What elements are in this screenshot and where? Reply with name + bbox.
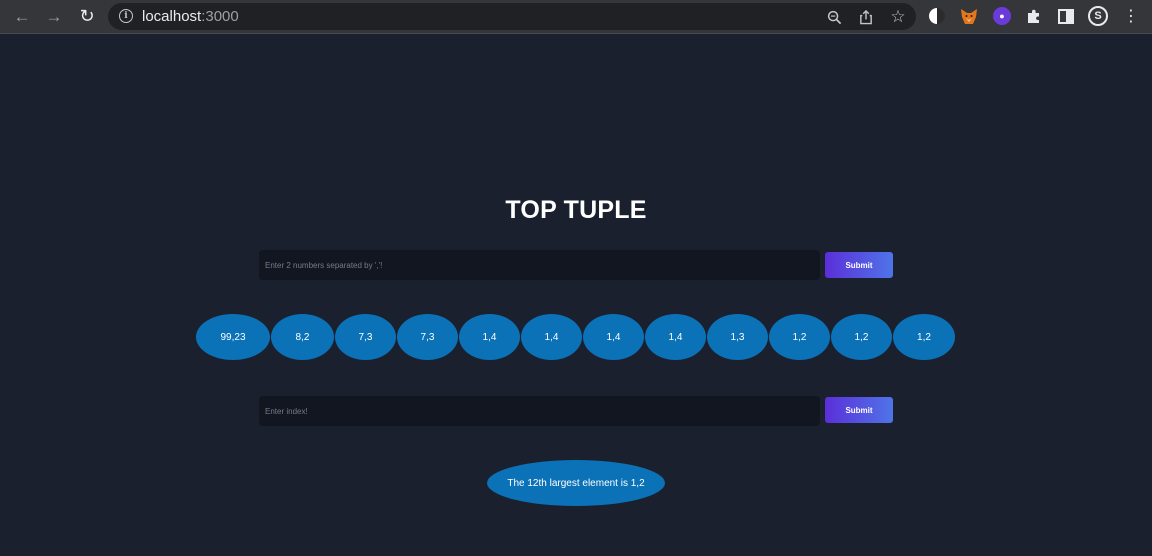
address-bar[interactable]: i localhost:3000 ☆ <box>108 3 916 30</box>
share-icon[interactable] <box>856 7 876 27</box>
index-input[interactable] <box>259 396 820 426</box>
back-arrow-icon[interactable]: ← <box>10 5 34 27</box>
bookmark-star-icon[interactable]: ☆ <box>888 7 908 27</box>
tuple-submit-button[interactable]: Submit <box>825 252 893 278</box>
profile-avatar-icon[interactable]: S <box>1088 6 1108 26</box>
side-panel-icon[interactable] <box>1057 7 1075 25</box>
tuple-list: 99,23 8,2 7,3 7,3 1,4 1,4 1,4 1,4 1,3 1,… <box>196 314 956 360</box>
page-title: TOP TUPLE <box>505 196 647 224</box>
tuple-item: 1,2 <box>769 314 830 360</box>
forward-arrow-icon[interactable]: → <box>42 5 66 27</box>
tuple-item: 1,4 <box>459 314 520 360</box>
ghost-extension-icon[interactable]: ● <box>993 7 1011 25</box>
tuple-item: 7,3 <box>335 314 396 360</box>
more-menu-icon[interactable]: ⋮ <box>1122 7 1140 25</box>
url-text[interactable]: localhost:3000 <box>142 8 239 25</box>
dark-mode-extension-icon[interactable] <box>929 8 945 24</box>
metamask-fox-icon[interactable] <box>960 7 978 25</box>
tuple-item: 99,23 <box>196 314 270 360</box>
tuple-item: 1,2 <box>893 314 955 360</box>
reload-icon[interactable]: ↻ <box>75 5 99 27</box>
browser-toolbar: ← → ↻ i localhost:3000 ☆ ● S ⋮ <box>0 0 1152 34</box>
result-bubble: The 12th largest element is 1,2 <box>487 460 665 506</box>
tuple-item: 7,3 <box>397 314 458 360</box>
tuple-item: 1,4 <box>583 314 644 360</box>
tuple-item: 1,4 <box>521 314 582 360</box>
url-host: localhost <box>142 8 202 25</box>
tuple-input[interactable] <box>259 250 820 280</box>
url-port: :3000 <box>201 8 239 25</box>
tuple-item: 8,2 <box>271 314 334 360</box>
site-info-icon[interactable]: i <box>119 9 133 23</box>
tuple-item: 1,4 <box>645 314 706 360</box>
index-submit-button[interactable]: Submit <box>825 397 893 423</box>
tuple-item: 1,2 <box>831 314 892 360</box>
tuple-item: 1,3 <box>707 314 768 360</box>
extensions-puzzle-icon[interactable] <box>1025 7 1043 25</box>
zoom-icon[interactable] <box>824 7 844 27</box>
